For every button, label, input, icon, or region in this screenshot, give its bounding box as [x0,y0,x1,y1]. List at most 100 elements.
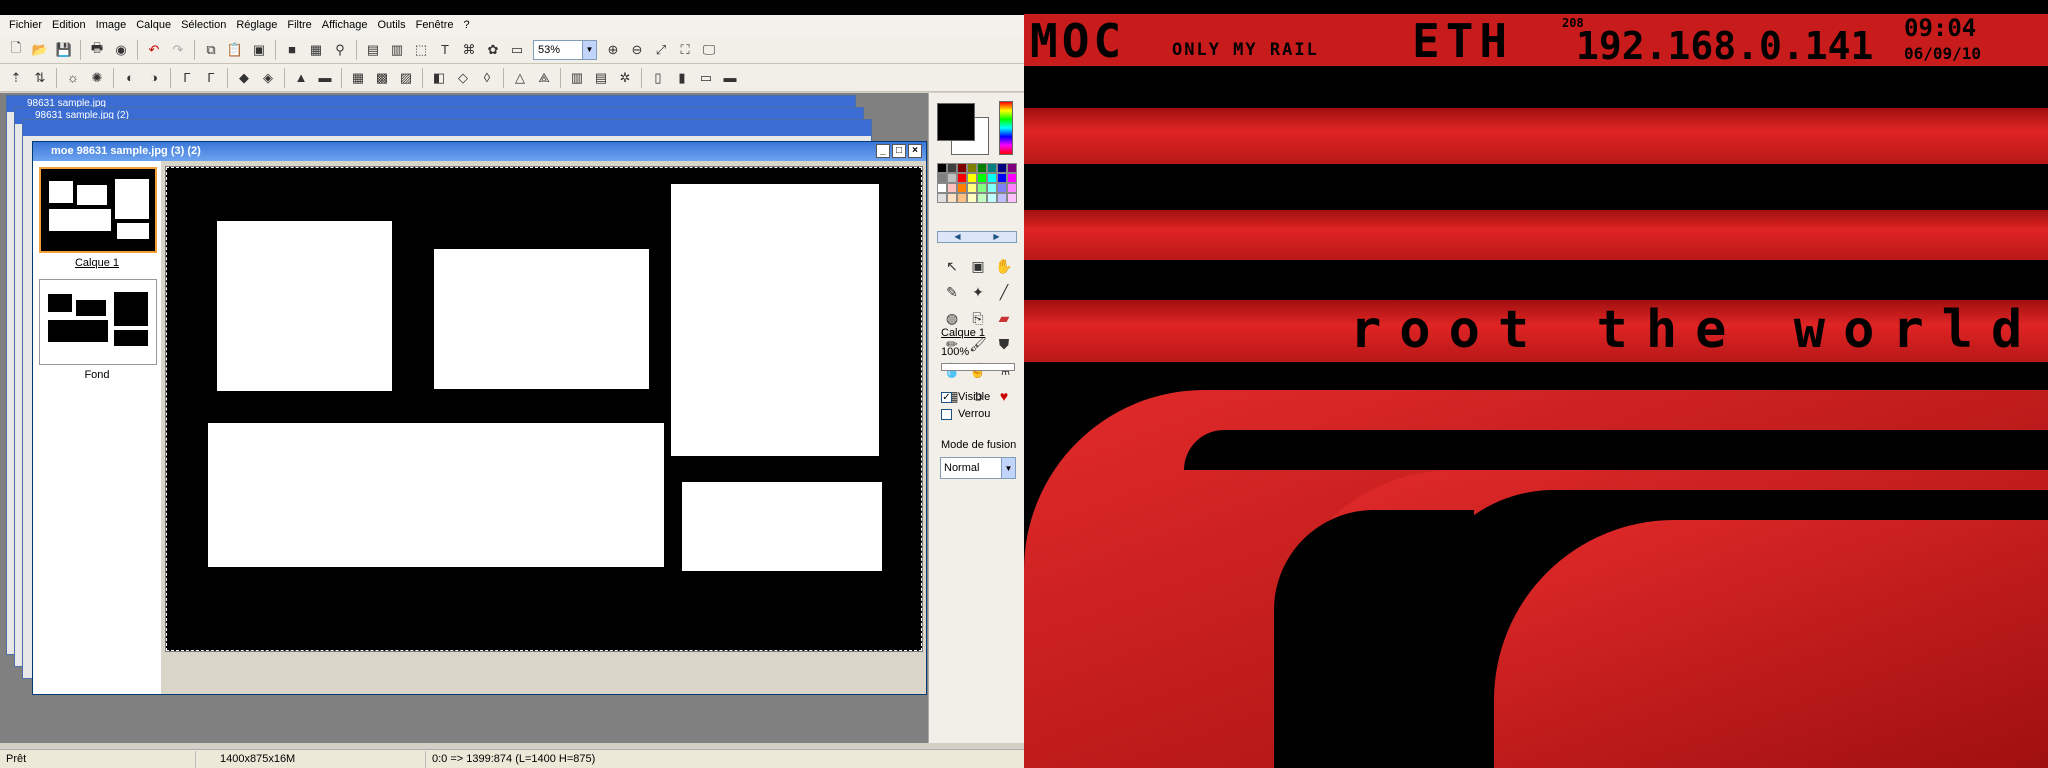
separator [284,67,285,88]
save-icon[interactable]: 💾 [53,39,75,61]
histogram-icon[interactable]: ▬ [314,67,336,89]
chevron-down-icon[interactable]: ▼ [582,40,596,59]
line-tool-icon[interactable]: ╱ [991,279,1017,305]
chevron-right-icon[interactable]: ▶ [993,232,999,242]
opacity-slider[interactable] [941,363,1015,371]
window-icon[interactable]: ▭ [506,39,528,61]
palette-icon[interactable]: ▤ [590,67,612,89]
menu-outils[interactable]: Outils [372,15,410,36]
lock-checkbox[interactable]: Verrou [941,408,990,420]
gray-square-icon[interactable]: ■ [281,39,303,61]
eyedropper-tool-icon[interactable]: ✎ [939,279,965,305]
wallpaper-title: MOC [1030,14,1126,68]
visible-label: Visible [958,391,991,403]
layer-thumbnail-calque-1[interactable] [39,167,157,253]
menu-fichier[interactable]: Fichier [4,15,47,36]
drop-b-icon[interactable]: ◊ [476,67,498,89]
blend-mode-select[interactable]: Normal ▼ [940,457,1016,479]
layer-label-calque-1[interactable]: Calque 1 [33,257,161,269]
foreground-color-swatch[interactable] [937,103,975,141]
document-title-bar[interactable]: moe 98631 sample.jpg (3) (2) _ □ × [33,142,926,161]
selection-icon[interactable]: ⬚ [410,39,432,61]
drop-a-icon[interactable]: ◇ [452,67,474,89]
document-title: moe 98631 sample.jpg (3) (2) [51,145,201,157]
open-folder-icon[interactable]: 📂 [29,39,51,61]
fit-window-icon[interactable]: ⤢ [650,39,672,61]
menu-help[interactable]: ? [459,15,475,36]
paste-icon[interactable]: 📋 [224,39,246,61]
auto-levels-icon[interactable]: ⇡ [5,67,27,89]
menu-image[interactable]: Image [91,15,132,36]
actual-size-icon[interactable]: ⛶ [674,39,696,61]
print-icon[interactable]: 🖶 [86,39,108,61]
pointer-tool-icon[interactable]: ↖ [939,253,965,279]
redo-icon[interactable]: ↷ [167,39,189,61]
paste-new-icon[interactable]: ▣ [248,39,270,61]
contrast-down-icon[interactable]: ◐ [119,67,141,89]
separator [422,67,423,88]
run-icon[interactable]: ⚲ [329,39,351,61]
layer-props-icon[interactable]: ▥ [386,39,408,61]
grid-a-icon[interactable]: ▦ [347,67,369,89]
page-a-icon[interactable]: ▯ [647,67,669,89]
scan-icon[interactable]: ◉ [110,39,132,61]
hand-tool-icon[interactable]: ✋ [991,253,1017,279]
zoom-in-icon[interactable]: ⊕ [602,39,624,61]
layer-thumbnail-fond[interactable] [39,279,157,365]
tree-icon[interactable]: ⌘ [458,39,480,61]
plugin-icon[interactable]: ✿ [482,39,504,61]
palette-scroller[interactable]: ◀ ▶ [937,231,1017,243]
saturation-up-icon[interactable]: ◈ [257,67,279,89]
contrast-up-icon[interactable]: ◑ [143,67,165,89]
image-canvas[interactable] [165,166,923,652]
stamp-tool-icon[interactable]: ⛊ [991,331,1017,357]
magic-wand-tool-icon[interactable]: ✦ [965,279,991,305]
triangle-b-icon[interactable]: ⟁ [533,67,555,89]
page-d-icon[interactable]: ▬ [719,67,741,89]
triangle-a-icon[interactable]: △ [509,67,531,89]
menu-fenetre[interactable]: Fenêtre [411,15,459,36]
gamma-down-icon[interactable]: Γ [176,67,198,89]
zoom-select[interactable]: 53% ▼ [533,39,597,60]
page-b-icon[interactable]: ▮ [671,67,693,89]
select-layer-icon[interactable]: ▤ [362,39,384,61]
separator [80,39,81,60]
page-c-icon[interactable]: ▭ [695,67,717,89]
undo-icon[interactable]: ↶ [143,39,165,61]
effects-icon[interactable]: ✲ [614,67,636,89]
menu-calque[interactable]: Calque [131,15,176,36]
chevron-left-icon[interactable]: ◀ [954,232,960,242]
color-square-icon[interactable]: ▦ [305,39,327,61]
menu-selection[interactable]: Sélection [176,15,231,36]
saturation-down-icon[interactable]: ◆ [233,67,255,89]
colors-icon[interactable]: ▥ [566,67,588,89]
grid-c-icon[interactable]: ▨ [395,67,417,89]
fullscreen-icon[interactable]: 🖵 [698,39,720,61]
menu-affichage[interactable]: Affichage [317,15,373,36]
visible-checkbox[interactable]: ✓ Visible [941,391,990,403]
sharpen-icon[interactable]: ▲ [290,67,312,89]
gamma-up-icon[interactable]: Γ [200,67,222,89]
brightness-down-icon[interactable]: ☼ [62,67,84,89]
chevron-down-icon[interactable]: ▼ [1001,458,1015,478]
layer-label-fond[interactable]: Fond [33,369,161,381]
menu-reglage[interactable]: Réglage [231,15,282,36]
brightness-up-icon[interactable]: ✺ [86,67,108,89]
selection-tool-icon[interactable]: ▣ [965,253,991,279]
hue-slider[interactable] [999,101,1013,155]
minimize-button[interactable]: _ [876,144,890,158]
maximize-button[interactable]: □ [892,144,906,158]
menu-filtre[interactable]: Filtre [282,15,316,36]
grid-b-icon[interactable]: ▩ [371,67,393,89]
auto-contrast-icon[interactable]: ⇅ [29,67,51,89]
close-button[interactable]: × [908,144,922,158]
menu-edition[interactable]: Edition [47,15,91,36]
text-icon[interactable]: T [434,39,456,61]
strawberry-tool-icon[interactable]: ♥ [991,383,1017,409]
copy-icon[interactable]: ⧉ [200,39,222,61]
zoom-out-icon[interactable]: ⊖ [626,39,648,61]
eraser-tool-icon[interactable]: ▰ [991,305,1017,331]
mirror-icon[interactable]: ◧ [428,67,450,89]
new-file-icon[interactable]: 🗋 [5,39,27,61]
wallpaper-subtitle: ONLY MY RAIL [1172,40,1319,60]
